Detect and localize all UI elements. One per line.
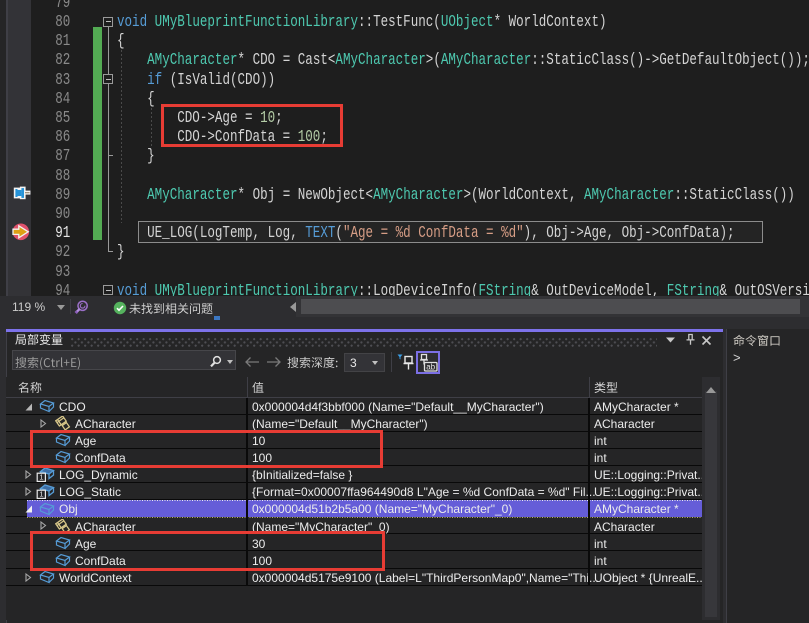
svg-text:ab: ab: [426, 363, 435, 372]
svg-text:1: 1: [39, 473, 43, 482]
svg-text:1: 1: [39, 490, 43, 499]
